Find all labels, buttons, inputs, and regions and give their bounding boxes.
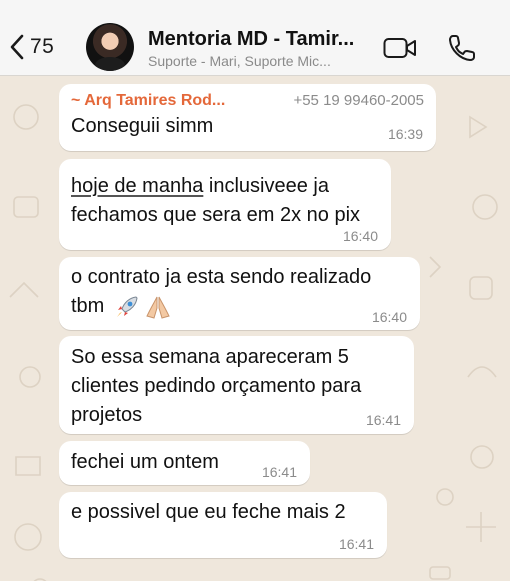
message-text: So essa semana apareceram 5 [71,346,349,368]
message-bubble[interactable]: e possivel que eu feche mais 2 16:41 [59,492,387,558]
message-time: 16:39 [387,126,423,142]
message-bubble[interactable]: fechei um ontem 16:41 [59,441,310,485]
message-time: 16:41 [338,536,374,552]
video-call-icon[interactable] [383,37,417,59]
chat-header: 75 Mentoria MD - Tamir... Suporte - Mari… [0,0,510,76]
unread-count: 75 [30,35,55,58]
message-link-text[interactable]: hoje de manha [71,175,203,197]
message-text-line: fechamos que sera em 2x no pix [71,204,361,226]
message-text: o contrato ja esta sendo realizado [71,266,372,288]
phone-call-icon[interactable] [447,33,477,63]
message-bubble[interactable]: So essa semana apareceram 5 clientes ped… [59,336,414,434]
message-time: 16:41 [261,464,297,480]
chat-screen: 75 Mentoria MD - Tamir... Suporte - Mari… [0,0,510,581]
message-text: Conseguii simm [71,115,214,137]
avatar[interactable] [86,23,134,71]
message-bubble[interactable]: ~ Arq Tamires Rod... +55 19 99460-2005 C… [59,84,436,151]
chat-participants[interactable]: Suporte - Mari, Suporte Mic... [148,53,370,69]
message-text: e possivel que eu feche mais 2 [71,501,346,523]
message-text-line: clientes pedindo orçamento para [71,375,362,397]
message-text: inclusiveee ja [203,175,329,197]
sender-phone[interactable]: +55 19 99460-2005 [293,92,424,109]
message-text-line: tbm [71,295,105,317]
message-list[interactable]: ~ Arq Tamires Rod... +55 19 99460-2005 C… [0,77,510,581]
message-time: 16:41 [365,412,401,428]
back-button[interactable]: 75 [10,30,54,64]
message-text-line: projetos [71,404,143,426]
message-bubble[interactable]: o contrato ja esta sendo realizado tbm 1… [59,257,420,330]
message-time: 16:40 [342,228,378,244]
chevron-left-icon [10,34,24,60]
message-bubble[interactable]: hoje de manha inclusiveee ja fechamos qu… [59,159,391,250]
message-time: 16:40 [371,309,407,325]
sender-name[interactable]: ~ Arq Tamires Rod... [71,92,225,110]
folded-hands-emoji [146,296,171,319]
rocket-emoji [117,295,138,317]
chat-title[interactable]: Mentoria MD - Tamir... [148,28,370,51]
